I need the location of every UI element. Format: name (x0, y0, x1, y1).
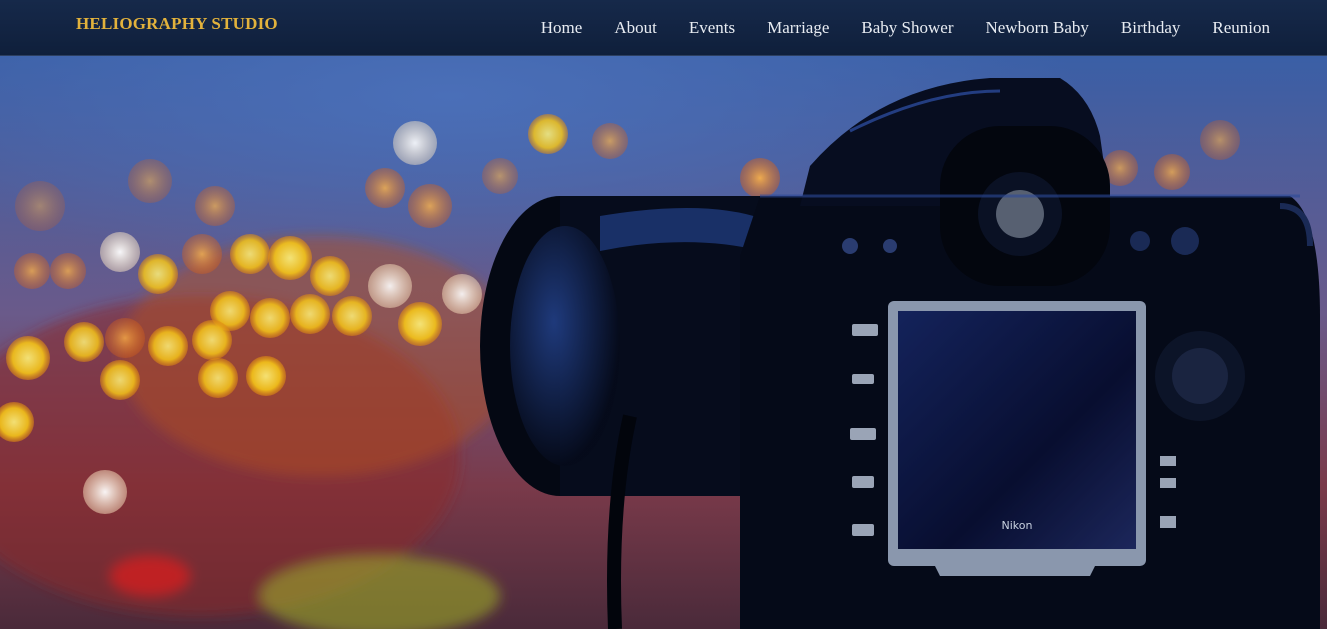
nav-events[interactable]: Events (689, 18, 735, 38)
nav-reunion[interactable]: Reunion (1212, 18, 1270, 38)
hero-banner: Nikon (0, 56, 1327, 629)
nav-home[interactable]: Home (541, 18, 583, 38)
nav-about[interactable]: About (614, 18, 657, 38)
top-navbar: HELIOGRAPHY STUDIO Home About Events Mar… (0, 0, 1327, 56)
nav-newborn-baby[interactable]: Newborn Baby (985, 18, 1088, 38)
brand-logo[interactable]: HELIOGRAPHY STUDIO (76, 14, 278, 34)
nav-marriage[interactable]: Marriage (767, 18, 829, 38)
camera-brand-label: Nikon (1002, 519, 1033, 532)
hero-image: Nikon (0, 78, 1320, 629)
bokeh-background (0, 236, 520, 629)
nav-birthday[interactable]: Birthday (1121, 18, 1181, 38)
main-nav: Home About Events Marriage Baby Shower N… (541, 0, 1270, 56)
nav-baby-shower[interactable]: Baby Shower (861, 18, 953, 38)
camera-illustration: Nikon (480, 78, 1320, 629)
